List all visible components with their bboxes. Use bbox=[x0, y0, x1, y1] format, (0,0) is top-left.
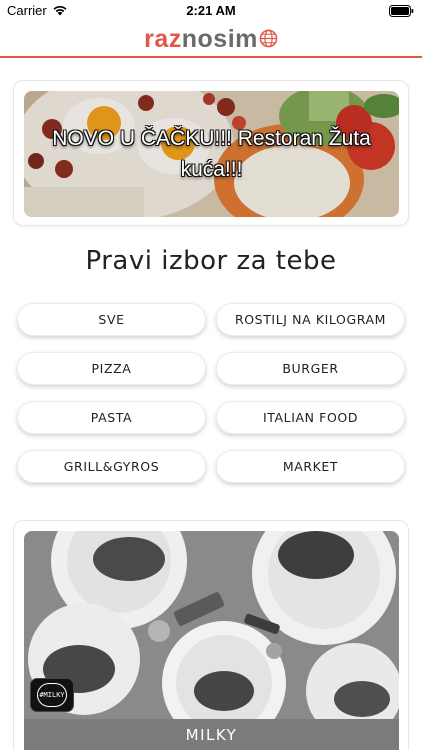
category-grid: SVE ROSTILJ NA KILOGRAM PIZZA BURGER PAS… bbox=[17, 303, 405, 483]
restaurant-logo: #MILKY bbox=[30, 678, 74, 712]
promo-banner-card[interactable]: NOVO U ČAČKU!!! Restoran Žuta kuća!!! bbox=[13, 80, 409, 226]
category-chip-rostilj-na-kilogram[interactable]: ROSTILJ NA KILOGRAM bbox=[216, 303, 405, 336]
logo-text-nosim: nosim bbox=[181, 25, 258, 53]
globe-icon bbox=[259, 29, 278, 48]
battery-icon bbox=[389, 5, 414, 17]
restaurant-name[interactable]: MILKY bbox=[24, 719, 399, 750]
restaurant-card[interactable]: #MILKY MILKY bbox=[13, 520, 409, 750]
restaurant-logo-text: #MILKY bbox=[37, 683, 67, 707]
category-chip-market[interactable]: MARKET bbox=[216, 450, 405, 483]
app-logo[interactable]: raznosim bbox=[0, 25, 422, 54]
status-bar: Carrier 2:21 AM bbox=[0, 0, 422, 22]
category-chip-pasta[interactable]: PASTA bbox=[17, 401, 206, 434]
category-chip-italian-food[interactable]: ITALIAN FOOD bbox=[216, 401, 405, 434]
section-title: Pravi izbor za tebe bbox=[85, 246, 337, 276]
restaurant-image[interactable]: #MILKY bbox=[24, 531, 399, 719]
logo-text-raz: raz bbox=[144, 25, 182, 53]
app-header: raznosim bbox=[0, 22, 422, 58]
restaurant-food-photo bbox=[24, 531, 399, 719]
promo-text: NOVO U ČAČKU!!! Restoran Žuta kuća!!! bbox=[52, 127, 371, 181]
category-chip-grill-gyros[interactable]: GRILL&GYROS bbox=[17, 450, 206, 483]
category-chip-burger[interactable]: BURGER bbox=[216, 352, 405, 385]
clock: 2:21 AM bbox=[186, 3, 236, 18]
category-chip-pizza[interactable]: PIZZA bbox=[17, 352, 206, 385]
category-chip-sve[interactable]: SVE bbox=[17, 303, 206, 336]
promo-banner-image[interactable]: NOVO U ČAČKU!!! Restoran Žuta kuća!!! bbox=[24, 91, 399, 217]
